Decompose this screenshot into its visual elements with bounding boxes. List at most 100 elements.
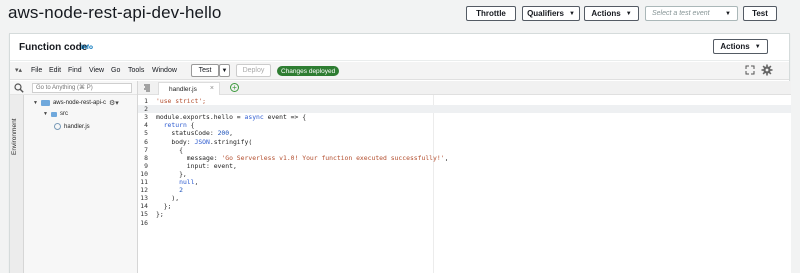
actions-button[interactable]: Actions ▼ <box>584 6 639 21</box>
code-line[interactable]: 15}; <box>138 210 791 218</box>
menu-find[interactable]: Find <box>68 67 82 74</box>
code-token: .stringify( <box>209 137 253 146</box>
line-number: 16 <box>140 218 148 227</box>
add-tab-icon[interactable]: + <box>230 83 239 92</box>
code-token: { <box>156 145 183 154</box>
fullscreen-icon[interactable] <box>745 65 755 75</box>
ide-test-label: Test <box>198 67 212 74</box>
js-file-icon <box>54 123 61 130</box>
code-line[interactable]: 11 null, <box>138 178 791 186</box>
code-token: }, <box>156 169 187 178</box>
code-line[interactable]: 13 ), <box>138 194 791 202</box>
code-text: 2 <box>156 186 183 194</box>
line-number: 3 <box>144 113 148 122</box>
code-line[interactable]: 5 statusCode: 200, <box>138 129 791 137</box>
panel-actions-button[interactable]: Actions ▼ <box>713 39 768 54</box>
collapse-arrows-icon[interactable]: ▾▴ <box>15 66 22 74</box>
code-token: , <box>229 129 233 138</box>
menu-go[interactable]: Go <box>111 67 120 74</box>
code-token: input: event, <box>156 161 237 170</box>
deploy-button[interactable]: Deploy <box>236 64 271 77</box>
function-code-panel: Function code Info Actions ▼ ▾▴ File Edi… <box>9 33 791 273</box>
code-text: 'use strict'; <box>156 97 206 105</box>
test-event-select[interactable]: Select a test event ▼ <box>645 6 738 21</box>
ide-test-dropdown[interactable]: ▼ <box>219 64 230 77</box>
tree-file-label: handler.js <box>64 123 90 130</box>
page-title: aws-node-rest-api-dev-hello <box>8 3 222 22</box>
menu-view[interactable]: View <box>89 67 104 74</box>
code-text: }, <box>156 170 187 178</box>
code-token: { <box>186 121 195 130</box>
code-line[interactable]: 8 message: 'Go Serverless v1.0! Your fun… <box>138 154 791 162</box>
code-text: module.exports.hello = async event => { <box>156 113 306 121</box>
line-number: 9 <box>144 161 148 170</box>
code-line[interactable]: 6 body: JSON.stringify( <box>138 138 791 146</box>
line-number: 10 <box>140 169 148 178</box>
code-token: 'Go Serverless v1.0! Your function execu… <box>221 153 445 162</box>
line-number: 1 <box>144 97 148 105</box>
goto-anything-input[interactable] <box>32 83 132 93</box>
panel-title: Function code <box>19 42 88 53</box>
actions-button-label: Actions <box>591 9 621 18</box>
caret-down-icon: ▼ <box>625 10 632 17</box>
code-token: null <box>179 178 195 186</box>
qualifiers-button[interactable]: Qualifiers ▼ <box>522 6 580 21</box>
menu-edit[interactable]: Edit <box>49 67 61 74</box>
code-token: return <box>163 121 187 130</box>
search-icon <box>14 83 24 93</box>
test-button[interactable]: Test <box>743 6 777 21</box>
environment-tab[interactable]: Environment <box>10 95 24 273</box>
qualifiers-button-label: Qualifiers <box>527 9 564 18</box>
code-line[interactable]: 7 { <box>138 146 791 154</box>
line-number: 7 <box>144 145 148 154</box>
tab-list-icon[interactable] <box>143 84 151 92</box>
tree-root-folder[interactable]: ▼ aws-node-rest-api-c ⚙▾ <box>33 99 119 107</box>
caret-down-icon: ▼ <box>221 67 228 74</box>
code-token: module.exports.hello = <box>156 113 245 122</box>
code-line[interactable]: 4 return { <box>138 121 791 129</box>
code-line[interactable]: 3 module.exports.hello = async event => { <box>138 113 791 121</box>
code-text: message: 'Go Serverless v1.0! Your funct… <box>156 153 449 162</box>
line-number: 14 <box>140 202 148 211</box>
code-token: 2 <box>179 186 183 195</box>
gear-icon[interactable]: ⚙▾ <box>109 99 119 107</box>
menu-window[interactable]: Window <box>152 67 177 74</box>
expand-triangle-icon[interactable]: ▼ <box>43 111 48 117</box>
code-line[interactable]: 16 <box>138 219 791 227</box>
code-token: statusCode: <box>156 129 218 138</box>
code-line[interactable]: 14 }; <box>138 202 791 210</box>
code-text: body: JSON.stringify( <box>156 138 252 146</box>
folder-icon <box>40 100 50 106</box>
code-token: message: <box>156 153 222 162</box>
caret-down-icon: ▼ <box>568 10 575 17</box>
menu-file[interactable]: File <box>31 67 42 74</box>
code-line[interactable]: 12 2 <box>138 186 791 194</box>
editor-tab-handler[interactable]: handler.js × <box>158 82 220 95</box>
code-editor[interactable]: 1'use strict'; 2 3 module.exports.hello = a… <box>138 95 791 273</box>
code-line[interactable]: 1 'use strict'; <box>138 97 791 105</box>
ide-test-button[interactable]: Test <box>191 64 219 77</box>
close-icon[interactable]: × <box>210 85 214 92</box>
line-number: 6 <box>144 137 148 146</box>
code-line[interactable]: 9 input: event, <box>138 162 791 170</box>
code-token: async <box>244 113 264 122</box>
panel-actions-label: Actions <box>720 42 750 51</box>
throttle-button[interactable]: Throttle <box>466 6 516 21</box>
menu-tools[interactable]: Tools <box>128 67 144 74</box>
tree-file-handler[interactable]: handler.js <box>54 123 90 130</box>
info-link[interactable]: Info <box>81 44 93 51</box>
code-token: body: <box>156 137 195 146</box>
status-badge: Changes deployed <box>277 66 340 76</box>
gear-icon[interactable] <box>761 64 773 76</box>
tree-src-label: src <box>59 111 68 117</box>
editor-tab-bar: handler.js × + <box>138 81 791 95</box>
expand-triangle-icon[interactable]: ▼ <box>33 100 38 106</box>
tree-src-folder[interactable]: ▼ src <box>43 111 68 117</box>
code-line[interactable]: 10 }, <box>138 170 791 178</box>
code-text: null, <box>156 178 198 186</box>
line-number: 12 <box>140 186 148 195</box>
code-line[interactable]: 2 <box>138 105 791 114</box>
code-text: statusCode: 200, <box>156 129 233 137</box>
code-token: , <box>194 178 199 186</box>
